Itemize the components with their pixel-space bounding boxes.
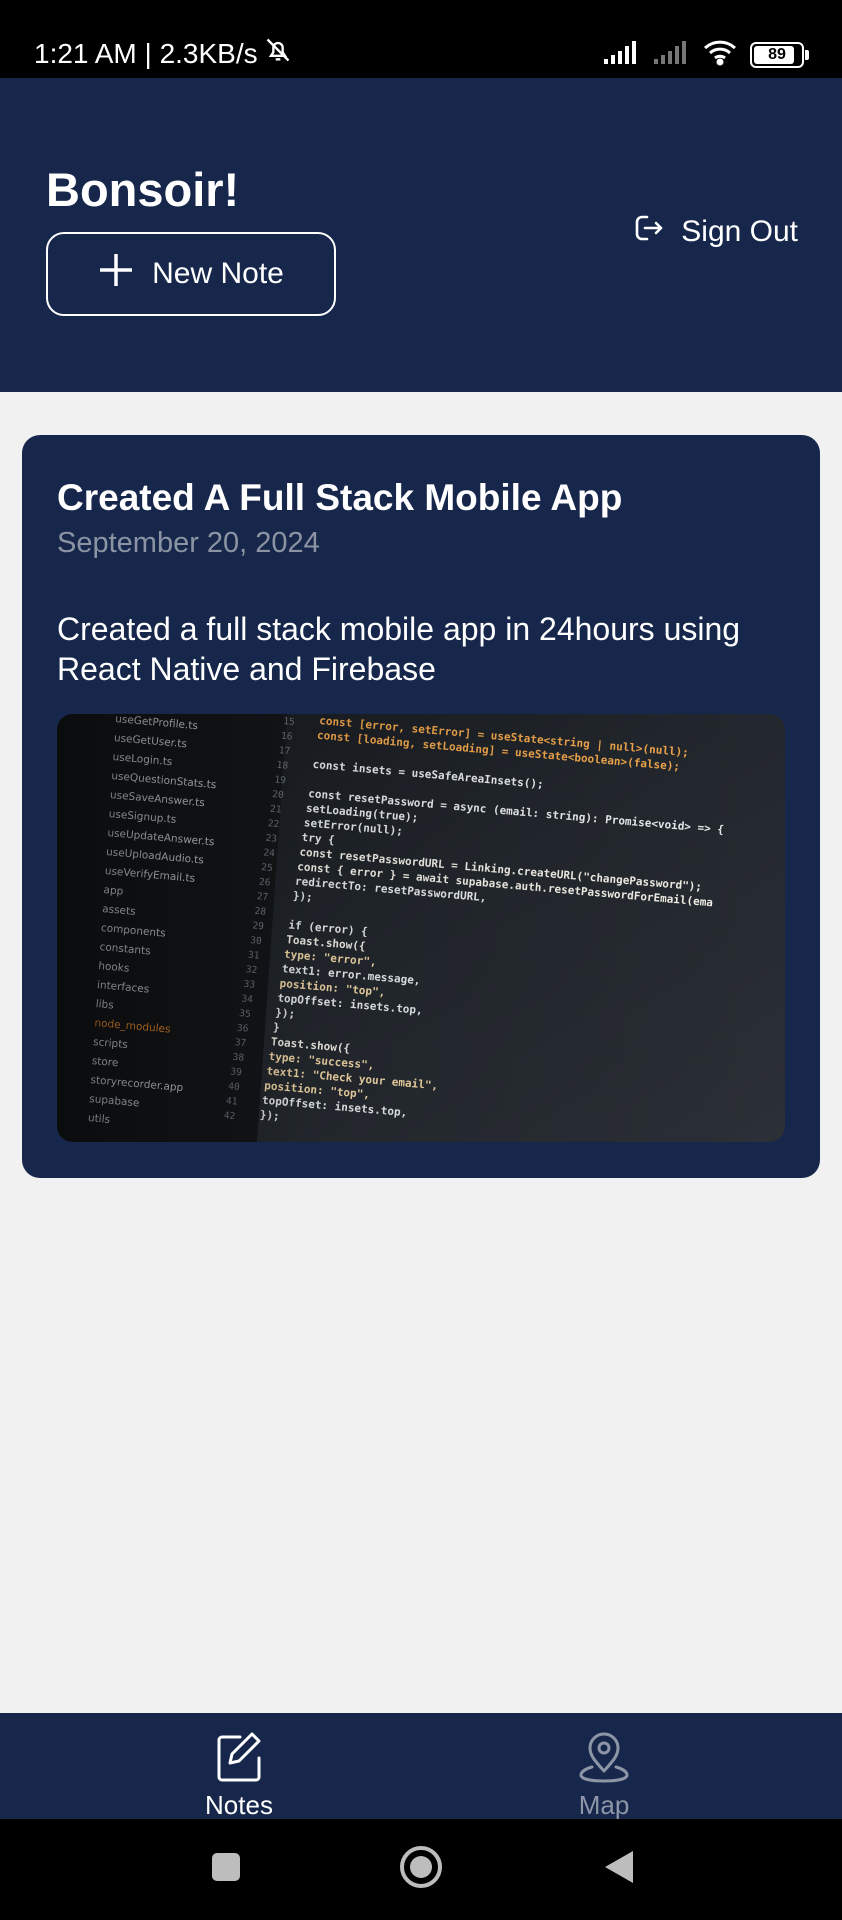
recents-button[interactable]: [196, 1819, 256, 1920]
status-left: 1:21 AM | 2.3KB/s: [34, 36, 292, 72]
new-note-label: New Note: [152, 257, 284, 290]
note-body: Created a full stack mobile app in 24hou…: [57, 611, 741, 687]
tab-map-label: Map: [578, 1790, 630, 1820]
status-bar: 1:21 AM | 2.3KB/s 89: [0, 0, 842, 78]
home-circle-icon: [399, 1845, 443, 1894]
note-card[interactable]: Created A Full Stack Mobile App Septembe…: [22, 435, 820, 1178]
back-triangle-icon: [603, 1850, 635, 1889]
bell-off-icon: [264, 36, 292, 72]
square-icon: [211, 1852, 241, 1887]
note-date: September 20, 2024: [57, 527, 320, 559]
system-nav-bar: [0, 1819, 842, 1920]
note-image: useGetProfile.tsuseGetUser.tsuseLogin.ts…: [57, 714, 785, 1142]
battery-level: 89: [768, 45, 786, 63]
back-button[interactable]: [594, 1819, 644, 1920]
logout-icon: [633, 212, 665, 252]
tab-notes[interactable]: Notes: [139, 1731, 339, 1820]
tab-notes-label: Notes: [205, 1790, 273, 1820]
bottom-nav: Notes Map: [0, 1713, 842, 1820]
battery-icon: 89: [750, 41, 809, 68]
map-pin-icon: [576, 1731, 632, 1788]
tab-map[interactable]: Map: [504, 1731, 704, 1820]
code-editor-photo: useGetProfile.tsuseGetUser.tsuseLogin.ts…: [57, 714, 785, 1142]
wifi-icon: [702, 38, 738, 71]
home-button[interactable]: [396, 1819, 446, 1920]
status-right: 89: [602, 38, 809, 71]
signal-icon: [652, 39, 690, 70]
signal-icon: [602, 39, 640, 70]
header: Bonsoir! New Note Sign Out: [0, 78, 842, 392]
sign-out-label: Sign Out: [681, 215, 798, 248]
status-time-speed: 1:21 AM | 2.3KB/s: [34, 38, 258, 69]
greeting: Bonsoir!: [46, 163, 240, 216]
sign-out-button[interactable]: Sign Out: [633, 212, 798, 252]
new-note-button[interactable]: New Note: [46, 232, 336, 316]
note-title: Created A Full Stack Mobile App: [57, 477, 623, 518]
plus-icon: [98, 252, 134, 296]
edit-note-icon: [214, 1731, 264, 1788]
